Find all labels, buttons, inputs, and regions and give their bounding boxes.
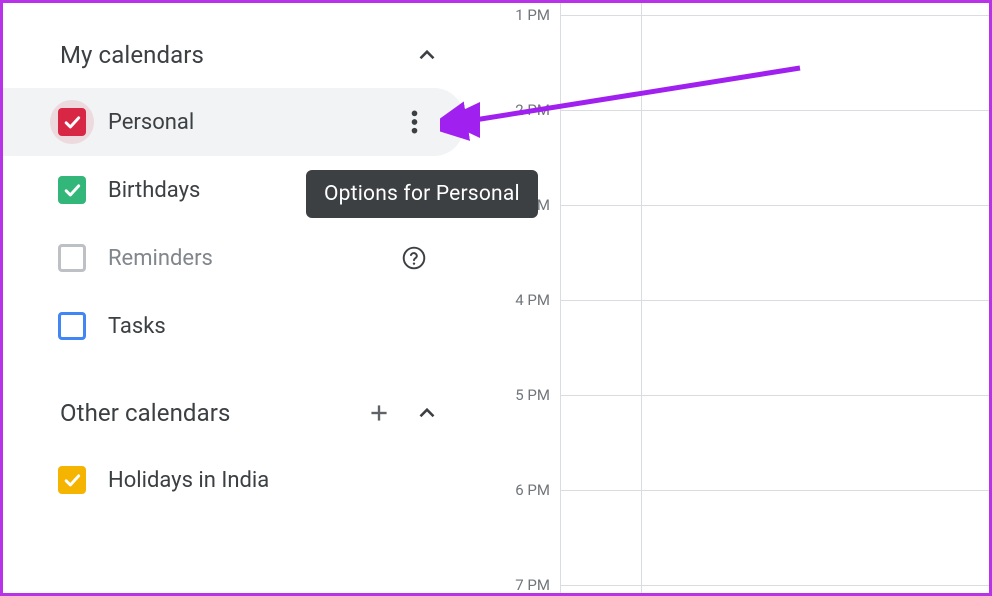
other-calendars-title: Other calendars bbox=[60, 399, 230, 427]
my-calendars-header[interactable]: My calendars bbox=[0, 30, 472, 84]
time-label: 5 PM bbox=[515, 386, 550, 404]
calendar-item-holidays[interactable]: Holidays in India bbox=[0, 446, 464, 514]
time-label: 2 PM bbox=[515, 101, 550, 119]
time-label: 4 PM bbox=[515, 291, 550, 309]
checkbox-birthdays[interactable] bbox=[58, 176, 86, 204]
other-calendars-list: Holidays in India bbox=[0, 442, 472, 542]
calendar-label-tasks: Tasks bbox=[108, 314, 440, 339]
chevron-up-icon[interactable] bbox=[412, 398, 442, 428]
time-label: 6 PM bbox=[515, 481, 550, 499]
my-calendars-title: My calendars bbox=[60, 41, 204, 69]
calendar-item-reminders[interactable]: Reminders bbox=[0, 224, 464, 292]
checkbox-personal[interactable] bbox=[58, 108, 86, 136]
calendar-item-personal[interactable]: Personal bbox=[0, 88, 464, 156]
more-options-icon[interactable] bbox=[394, 102, 434, 142]
calendar-grid[interactable] bbox=[560, 0, 992, 596]
time-column: 1 PM 2 PM 3 PM 4 PM 5 PM 6 PM 7 PM bbox=[472, 0, 560, 596]
time-label: 7 PM bbox=[515, 576, 550, 594]
chevron-up-icon[interactable] bbox=[412, 40, 442, 70]
help-icon[interactable] bbox=[394, 238, 434, 278]
checkbox-tasks[interactable] bbox=[58, 312, 86, 340]
calendar-label-personal: Personal bbox=[108, 110, 394, 135]
checkbox-reminders[interactable] bbox=[58, 244, 86, 272]
other-calendars-header[interactable]: Other calendars bbox=[0, 388, 472, 442]
calendar-item-tasks[interactable]: Tasks bbox=[0, 292, 464, 360]
plus-icon[interactable] bbox=[364, 398, 394, 428]
time-label: 1 PM bbox=[515, 6, 550, 24]
sidebar: My calendars Personal bbox=[0, 0, 472, 596]
checkbox-holidays[interactable] bbox=[58, 466, 86, 494]
calendar-label-reminders: Reminders bbox=[108, 246, 394, 271]
calendar-label-holidays: Holidays in India bbox=[108, 468, 440, 493]
tooltip-options: Options for Personal bbox=[306, 170, 538, 218]
my-calendars-list: Personal Birthdays Reminders bbox=[0, 84, 472, 388]
